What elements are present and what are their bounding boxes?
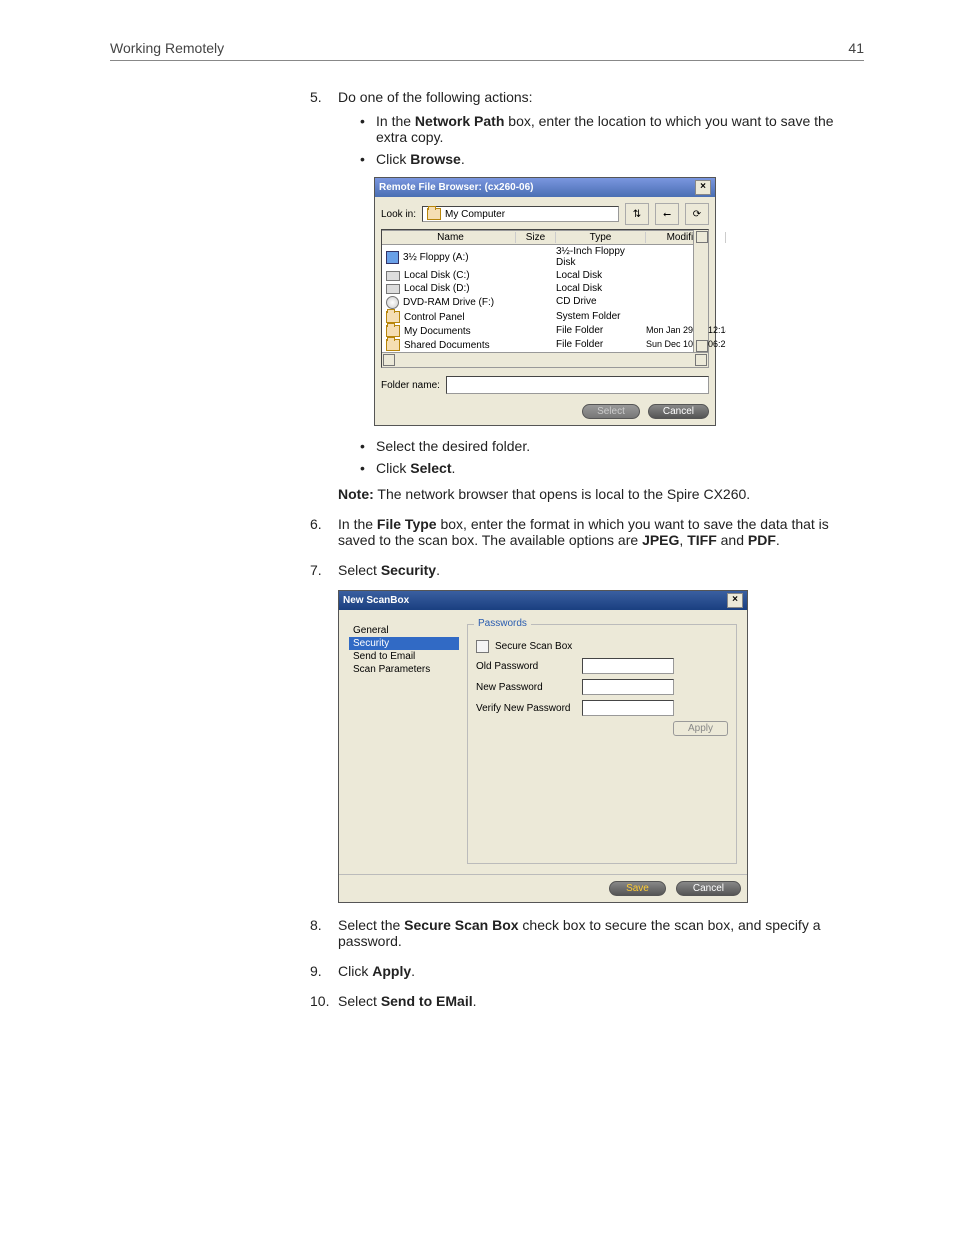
verify-password-label: Verify New Password [476,703,576,714]
new-password-input[interactable] [582,679,674,695]
save-button[interactable]: Save [609,881,666,896]
floppy-icon [386,251,399,264]
page-header: Working Remotely 41 [110,40,864,61]
note: Note: The network browser that opens is … [338,486,864,502]
cd-icon [386,296,399,309]
header-page: 41 [848,40,864,56]
bullet: Click Browse. [360,151,864,167]
folder-icon [427,208,441,220]
header-title: Working Remotely [110,40,224,56]
verify-password-input[interactable] [582,700,674,716]
list-item[interactable]: DVD-RAM Drive (F:)CD Drive [382,295,708,310]
step-5: Do one of the following actions: In the … [310,89,864,502]
folder-icon [386,339,400,351]
sidebar-item-security[interactable]: Security [349,637,459,650]
disk-icon [386,284,400,294]
up-folder-icon[interactable]: ⭠ [655,203,679,225]
sidebar-item-general[interactable]: General [349,624,459,637]
horizontal-scrollbar[interactable] [382,352,708,367]
list-item[interactable]: Shared DocumentsFile FolderSun Dec 10 10… [382,338,708,352]
old-password-label: Old Password [476,661,576,672]
dialog-titlebar: Remote File Browser: (cx260-06) × [375,178,715,197]
passwords-group: Passwords Secure Scan Box Old Password N… [467,624,737,864]
step-10: Select Send to EMail. [310,993,864,1009]
list-header: Name Size Type Modified [382,230,708,245]
step-6: In the File Type box, enter the format i… [310,516,864,548]
folder-icon [386,325,400,337]
refresh-icon[interactable]: ⟳ [685,203,709,225]
folder-icon [386,311,400,323]
bullet: Select the desired folder. [360,438,864,454]
group-legend: Passwords [474,618,531,629]
step-9: Click Apply. [310,963,864,979]
list-item[interactable]: Local Disk (C:)Local Disk [382,269,708,282]
cancel-button[interactable]: Cancel [676,881,741,896]
lookin-dropdown[interactable]: My Computer [422,206,619,222]
close-icon[interactable]: × [727,593,743,608]
folder-name-label: Folder name: [381,380,440,391]
vertical-scrollbar[interactable] [693,230,708,353]
new-password-label: New Password [476,682,576,693]
secure-scanbox-checkbox[interactable] [476,640,489,653]
lookin-label: Look in: [381,209,416,220]
list-item[interactable]: Control PanelSystem Folder [382,310,708,324]
step-7: Select Security. New ScanBox × General S… [310,562,864,903]
sidebar-item-scan-params[interactable]: Scan Parameters [349,663,459,676]
step-text: Do one of the following actions: [338,89,533,105]
disk-icon [386,271,400,281]
bullet: Click Select. [360,460,864,476]
remote-file-browser-dialog: Remote File Browser: (cx260-06) × Look i… [374,177,716,426]
dialog-title: New ScanBox [343,595,409,606]
sidebar-item-send-email[interactable]: Send to Email [349,650,459,663]
dialog-title: Remote File Browser: (cx260-06) [379,182,534,193]
old-password-input[interactable] [582,658,674,674]
folder-name-input[interactable] [446,376,709,394]
bullet: In the Network Path box, enter the locat… [360,113,864,145]
list-item[interactable]: Local Disk (D:)Local Disk [382,282,708,295]
scanbox-sidebar: General Security Send to Email Scan Para… [349,624,459,864]
new-scanbox-dialog: New ScanBox × General Security Send to E… [338,590,748,903]
select-button[interactable]: Select [582,404,640,419]
close-icon[interactable]: × [695,180,711,195]
secure-scanbox-label: Secure Scan Box [495,641,572,652]
step-8: Select the Secure Scan Box check box to … [310,917,864,949]
file-list: Name Size Type Modified 3½ Floppy (A:)3½… [381,229,709,368]
list-item[interactable]: My DocumentsFile FolderMon Jan 29 13:12:… [382,324,708,338]
cancel-button[interactable]: Cancel [648,404,709,419]
list-item[interactable]: 3½ Floppy (A:)3½-Inch Floppy Disk [382,245,708,269]
sort-icon[interactable]: ⇅ [625,203,649,225]
instruction-list: Do one of the following actions: In the … [310,89,864,1009]
apply-button[interactable]: Apply [673,721,728,736]
dialog-titlebar: New ScanBox × [339,591,747,610]
